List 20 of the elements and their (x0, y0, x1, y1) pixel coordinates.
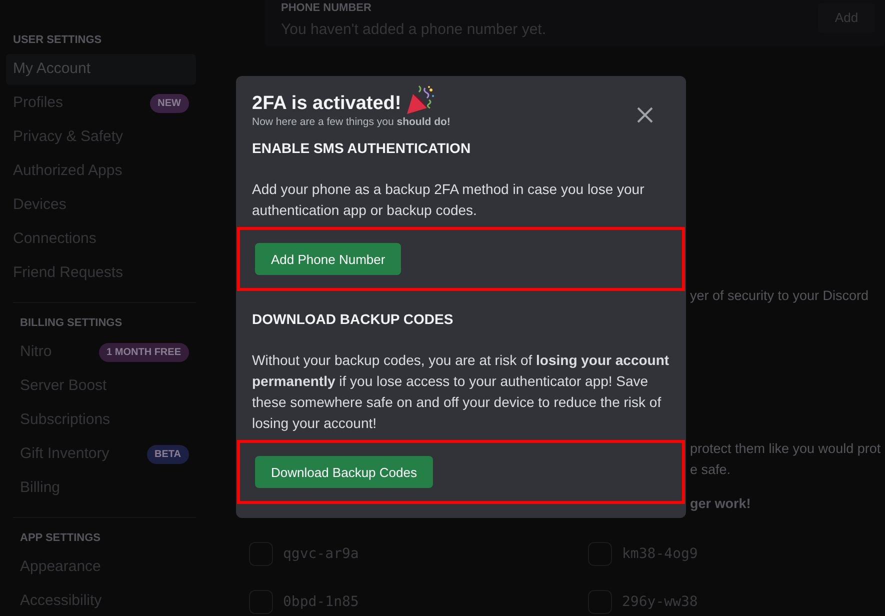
badge: NEW (150, 94, 189, 113)
modal-title: 2FA is activated! (252, 92, 402, 116)
description-text: ger work! (690, 494, 751, 513)
section-description: Add your phone as a backup 2FA method in case you lose your authentication app or backup codes. (252, 180, 646, 220)
section-heading: ENABLE SMS AUTHENTICATION (252, 139, 472, 158)
field-label: PHONE NUMBER (281, 1, 372, 16)
badge: 1 MONTH FREE (98, 343, 189, 362)
description-text: protect them like you would prot (690, 440, 881, 458)
description-text: yer of security to your Discord (690, 287, 869, 305)
close-icon[interactable] (636, 106, 654, 124)
modal-subtitle: Now here are a few things you should do! (252, 114, 450, 130)
badge: BETA (146, 445, 189, 464)
section-heading: USER SETTINGS (12, 33, 103, 46)
action-button[interactable]: Download Backup Codes (255, 456, 433, 488)
section-heading: BILLING SETTINGS (19, 316, 124, 329)
description-text: e safe. (690, 460, 731, 478)
section-description: Without your backup codes, you are at risk of losing your account permanently if you lose access to your authenticator app! Save these somewhere safe on and off your device to reduce the risk of losing your account! (252, 351, 670, 434)
section-heading: APP SETTINGS (19, 531, 102, 544)
section-heading: DOWNLOAD BACKUP CODES (252, 310, 454, 330)
action-button[interactable]: Add Phone Number (255, 243, 402, 276)
